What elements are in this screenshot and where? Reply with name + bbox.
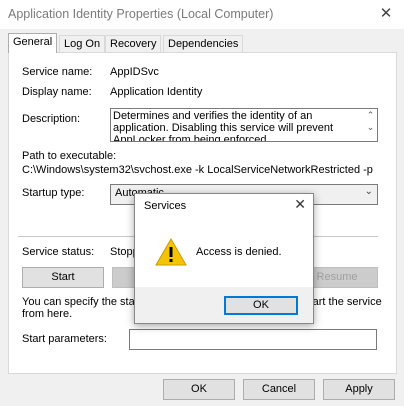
dialog-title: Services [144, 200, 187, 212]
description-text: Determines and verifies the identity of … [113, 110, 334, 142]
dialog-message: Access is denied. [196, 246, 282, 258]
path-label: Path to executable: [22, 150, 117, 162]
service-name-value: AppIDSvc [110, 66, 159, 78]
tab-log-on[interactable]: Log On [59, 35, 106, 53]
warning-icon [155, 238, 187, 266]
apply-button[interactable]: Apply [323, 379, 395, 400]
dialog-footer: OK [135, 287, 313, 323]
tab-dependencies[interactable]: Dependencies [163, 35, 244, 53]
start-parameters-label: Start parameters: [22, 333, 107, 345]
tab-general[interactable]: General [8, 33, 58, 53]
scroll-up-icon[interactable]: ⌃ [364, 109, 377, 121]
service-name-label: Service name: [22, 66, 93, 78]
path-value: C:\Windows\system32\svchost.exe -k Local… [22, 164, 373, 176]
dialog-ok-button[interactable]: OK [224, 296, 298, 315]
ok-button[interactable]: OK [163, 379, 235, 400]
hint-text-line2: from here. [22, 308, 73, 320]
title-bar: Application Identity Properties (Local C… [0, 0, 404, 29]
scroll-down-icon[interactable]: ⌄ [364, 121, 377, 133]
services-dialog: Services ✕ Access is denied. OK [134, 193, 314, 324]
dialog-close-icon[interactable]: ✕ [294, 196, 306, 213]
cancel-button[interactable]: Cancel [243, 379, 315, 400]
start-parameters-input[interactable] [129, 329, 377, 350]
description-box[interactable]: Determines and verifies the identity of … [110, 108, 378, 142]
chevron-down-icon: ⌄ [364, 186, 373, 197]
tab-recovery[interactable]: Recovery [105, 35, 162, 53]
description-scrollbar[interactable]: ⌃ ⌄ [364, 109, 377, 141]
startup-type-label: Startup type: [22, 187, 85, 199]
display-name-label: Display name: [22, 86, 92, 98]
service-status-label: Service status: [22, 246, 95, 258]
close-icon[interactable]: ✕ [376, 4, 396, 24]
start-button[interactable]: Start [22, 267, 104, 288]
window-title: Application Identity Properties (Local C… [8, 7, 274, 21]
display-name-value: Application Identity [110, 86, 203, 98]
description-label: Description: [22, 113, 81, 125]
